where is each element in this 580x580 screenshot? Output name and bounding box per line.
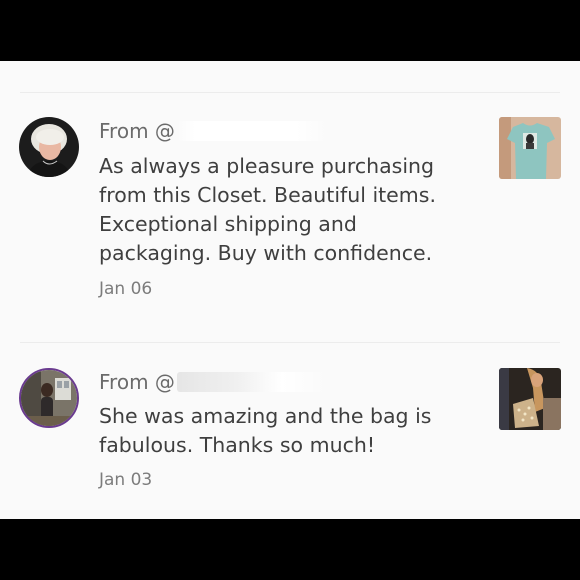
divider [20,342,560,343]
product-thumbnail[interactable] [499,368,561,430]
reviewer-from-line[interactable]: From @ [99,119,327,143]
review-date: Jan 03 [99,470,153,490]
reviewer-photo-icon [19,117,79,177]
reviews-panel: From @ As always a pleasure purchasing f… [0,61,580,519]
reviewer-avatar[interactable] [19,117,79,177]
reviewer-from-line[interactable]: From @ [99,370,327,394]
review-text: She was amazing and the bag is fabulous.… [99,404,432,457]
letterbox-top [0,0,580,61]
product-thumbnail[interactable] [499,117,561,179]
divider [20,92,560,93]
reviewer-photo-icon [21,370,77,426]
review-date: Jan 06 [99,279,153,299]
from-label: From @ [99,370,175,394]
reviewer-avatar[interactable] [19,368,79,428]
reviewer-handle-redacted [176,121,327,141]
letterbox-bottom [0,519,580,580]
bag-product-photo-icon [499,368,561,430]
from-label: From @ [99,119,175,143]
review-text: As always a pleasure purchasing from thi… [99,154,436,265]
tshirt-product-photo-icon [499,117,561,179]
reviewer-handle-redacted [176,372,327,392]
